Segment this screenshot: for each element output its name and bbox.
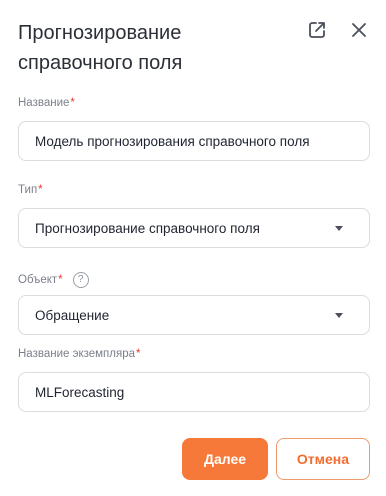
dialog-title: Прогнозирование справочного поля — [18, 22, 183, 74]
instance-name-input[interactable]: MLForecasting — [18, 372, 370, 412]
type-label: Тип * — [18, 184, 43, 196]
open-in-new-window-button[interactable] — [304, 17, 330, 43]
chevron-down-icon — [335, 312, 343, 318]
chevron-down-icon — [335, 225, 343, 231]
object-label-text: Объект — [18, 274, 58, 286]
dialog: Прогнозирование справочного поля Названи… — [0, 0, 386, 496]
name-input-value: Модель прогнозирования справочного поля — [35, 133, 310, 149]
object-select[interactable]: Обращение — [18, 295, 370, 335]
close-button[interactable] — [346, 17, 372, 43]
required-mark: * — [58, 274, 63, 286]
name-label-text: Название — [18, 97, 70, 109]
instance-label: Название экземпляра * — [18, 348, 141, 360]
required-mark: * — [70, 97, 75, 109]
type-label-text: Тип — [18, 184, 38, 196]
required-mark: * — [136, 348, 141, 360]
external-link-icon — [309, 22, 325, 38]
object-label: Объект * ? — [18, 272, 89, 288]
required-mark: * — [38, 184, 43, 196]
instance-label-text: Название экземпляра — [18, 348, 136, 360]
object-select-value: Обращение — [35, 307, 110, 323]
name-input[interactable]: Модель прогнозирования справочного поля — [18, 121, 370, 161]
close-icon — [352, 23, 366, 37]
help-icon[interactable]: ? — [72, 272, 89, 288]
instance-name-value: MLForecasting — [35, 384, 125, 400]
cancel-button[interactable]: Отмена — [276, 438, 370, 480]
name-label: Название * — [18, 97, 75, 109]
next-button[interactable]: Далее — [182, 438, 268, 480]
type-select[interactable]: Прогнозирование справочного поля — [18, 208, 370, 248]
type-select-value: Прогнозирование справочного поля — [35, 220, 260, 236]
